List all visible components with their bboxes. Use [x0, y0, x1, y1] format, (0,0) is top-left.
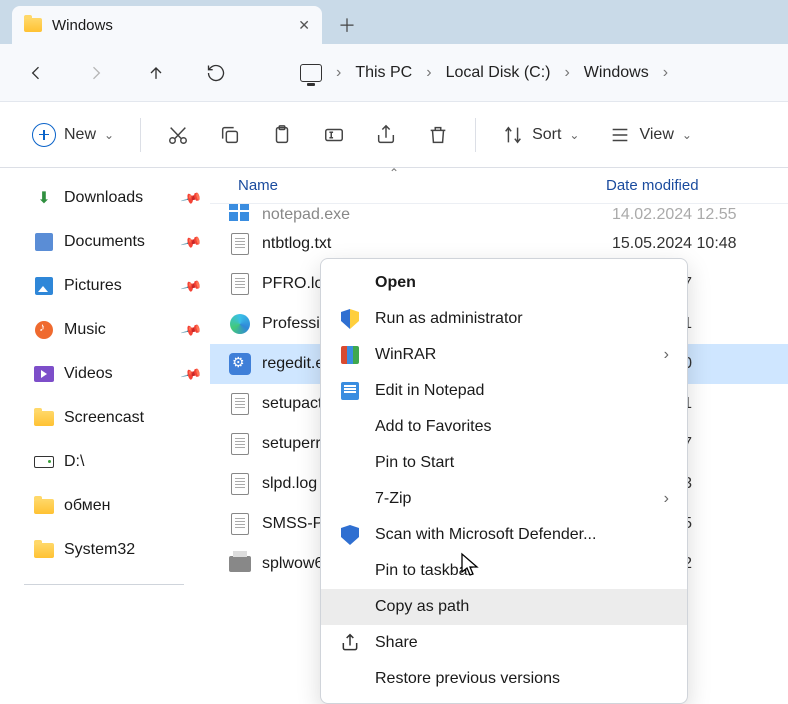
context-menu-item[interactable]: Add to Favorites	[321, 409, 687, 445]
context-menu-item[interactable]: 7-Zip›	[321, 481, 687, 517]
sidebar-item-obmen[interactable]: обмен	[34, 486, 200, 526]
sidebar-item-downloads[interactable]: ⬇ Downloads 📌	[34, 178, 200, 218]
drive-icon	[34, 456, 54, 468]
context-menu-item[interactable]: Scan with Microsoft Defender...	[321, 517, 687, 553]
context-menu-item[interactable]: Pin to taskbar	[321, 553, 687, 589]
chevron-right-icon[interactable]: ›	[564, 64, 569, 82]
new-button[interactable]: New ⌄	[22, 115, 124, 155]
pc-icon	[300, 64, 322, 82]
refresh-button[interactable]	[200, 57, 232, 89]
view-button[interactable]: View ⌄	[599, 115, 701, 155]
pictures-icon	[35, 277, 53, 295]
regedit-icon	[229, 353, 251, 375]
toolbar: New ⌄ Sort ⌄ View ⌄	[0, 102, 788, 168]
sidebar-item-drive-d[interactable]: D:\	[34, 442, 200, 482]
file-name: ntbtlog.txt	[262, 235, 602, 253]
context-menu-item[interactable]: Pin to Start	[321, 445, 687, 481]
text-file-icon	[231, 473, 249, 495]
cut-button[interactable]	[157, 115, 199, 155]
forward-button[interactable]	[80, 57, 112, 89]
folder-icon	[34, 411, 54, 426]
sidebar-item-music[interactable]: Music 📌	[34, 310, 200, 350]
pin-icon: 📌	[179, 186, 203, 209]
chevron-right-icon[interactable]: ›	[336, 64, 341, 82]
nav-bar: › This PC › Local Disk (C:) › Windows ›	[0, 44, 788, 102]
chevron-down-icon: ⌄	[682, 128, 692, 142]
chevron-right-icon: ›	[664, 346, 669, 364]
context-menu-item[interactable]: Open	[321, 265, 687, 301]
sidebar-divider	[24, 584, 184, 585]
close-icon[interactable]: ✕	[298, 17, 310, 34]
file-date: 14.02.2024 12.55	[612, 206, 737, 224]
crumb-folder[interactable]: Windows	[584, 64, 649, 82]
file-date: 15.05.2024 10:48	[612, 235, 737, 253]
back-button[interactable]	[20, 57, 52, 89]
tab-title: Windows	[52, 17, 288, 34]
copy-button[interactable]	[209, 115, 251, 155]
folder-icon	[34, 543, 54, 558]
shield-icon	[341, 309, 359, 329]
text-file-icon	[231, 513, 249, 535]
chevron-right-icon[interactable]: ›	[663, 64, 668, 82]
text-file-icon	[231, 433, 249, 455]
new-tab-button[interactable]: ＋	[330, 6, 364, 44]
text-file-icon	[231, 273, 249, 295]
pin-icon: 📌	[179, 274, 203, 297]
chevron-right-icon[interactable]: ›	[426, 64, 431, 82]
folder-icon	[34, 499, 54, 514]
tab-windows[interactable]: Windows ✕	[12, 6, 322, 44]
context-menu-item[interactable]: Run as administrator	[321, 301, 687, 337]
winrar-icon	[341, 346, 359, 364]
context-menu-item[interactable]: Copy as path	[321, 589, 687, 625]
file-row[interactable]: notepad.exe 14.02.2024 12.55	[210, 204, 788, 224]
printer-icon	[229, 556, 251, 572]
column-date[interactable]: Date modified	[606, 177, 788, 194]
text-file-icon	[231, 393, 249, 415]
pin-icon: 📌	[179, 318, 203, 341]
sort-button[interactable]: Sort ⌄	[492, 115, 589, 155]
context-menu-item[interactable]: WinRAR›	[321, 337, 687, 373]
context-menu-item[interactable]: Share	[321, 625, 687, 661]
notepad-icon	[341, 382, 359, 400]
pin-icon: 📌	[179, 230, 203, 253]
music-icon	[35, 321, 53, 339]
sidebar-item-pictures[interactable]: Pictures 📌	[34, 266, 200, 306]
folder-icon	[24, 18, 42, 32]
context-menu-item[interactable]: Edit in Notepad	[321, 373, 687, 409]
sidebar: ⬇ Downloads 📌 Documents 📌 Pictures 📌 Mus…	[0, 168, 210, 626]
delete-button[interactable]	[417, 115, 459, 155]
chevron-down-icon: ⌄	[569, 128, 579, 142]
exe-icon	[229, 204, 251, 223]
share-icon	[339, 633, 361, 653]
text-file-icon	[231, 233, 249, 255]
shield-icon	[341, 525, 359, 545]
chevron-down-icon: ⌄	[104, 128, 114, 142]
file-name: notepad.exe	[262, 206, 602, 224]
sidebar-item-screencast[interactable]: Screencast	[34, 398, 200, 438]
sidebar-item-videos[interactable]: Videos 📌	[34, 354, 200, 394]
breadcrumb[interactable]: › This PC › Local Disk (C:) › Windows ›	[300, 64, 668, 82]
up-button[interactable]	[140, 57, 172, 89]
sidebar-item-documents[interactable]: Documents 📌	[34, 222, 200, 262]
context-menu: OpenRun as administratorWinRAR›Edit in N…	[320, 258, 688, 704]
edge-icon	[230, 314, 250, 334]
plus-circle-icon	[32, 123, 56, 147]
sidebar-item-system32[interactable]: System32	[34, 530, 200, 570]
videos-icon	[34, 366, 54, 382]
crumb-drive[interactable]: Local Disk (C:)	[446, 64, 551, 82]
tab-bar: Windows ✕ ＋	[0, 0, 788, 44]
rename-button[interactable]	[313, 115, 355, 155]
share-button[interactable]	[365, 115, 407, 155]
crumb-this-pc[interactable]: This PC	[355, 64, 412, 82]
chevron-right-icon: ›	[664, 490, 669, 508]
document-icon	[35, 233, 53, 251]
paste-button[interactable]	[261, 115, 303, 155]
download-icon: ⬇	[34, 189, 54, 207]
context-menu-item[interactable]: Restore previous versions	[321, 661, 687, 697]
column-headers[interactable]: Name Date modified	[210, 168, 788, 204]
column-name[interactable]: Name	[238, 177, 606, 194]
pin-icon: 📌	[179, 362, 203, 385]
